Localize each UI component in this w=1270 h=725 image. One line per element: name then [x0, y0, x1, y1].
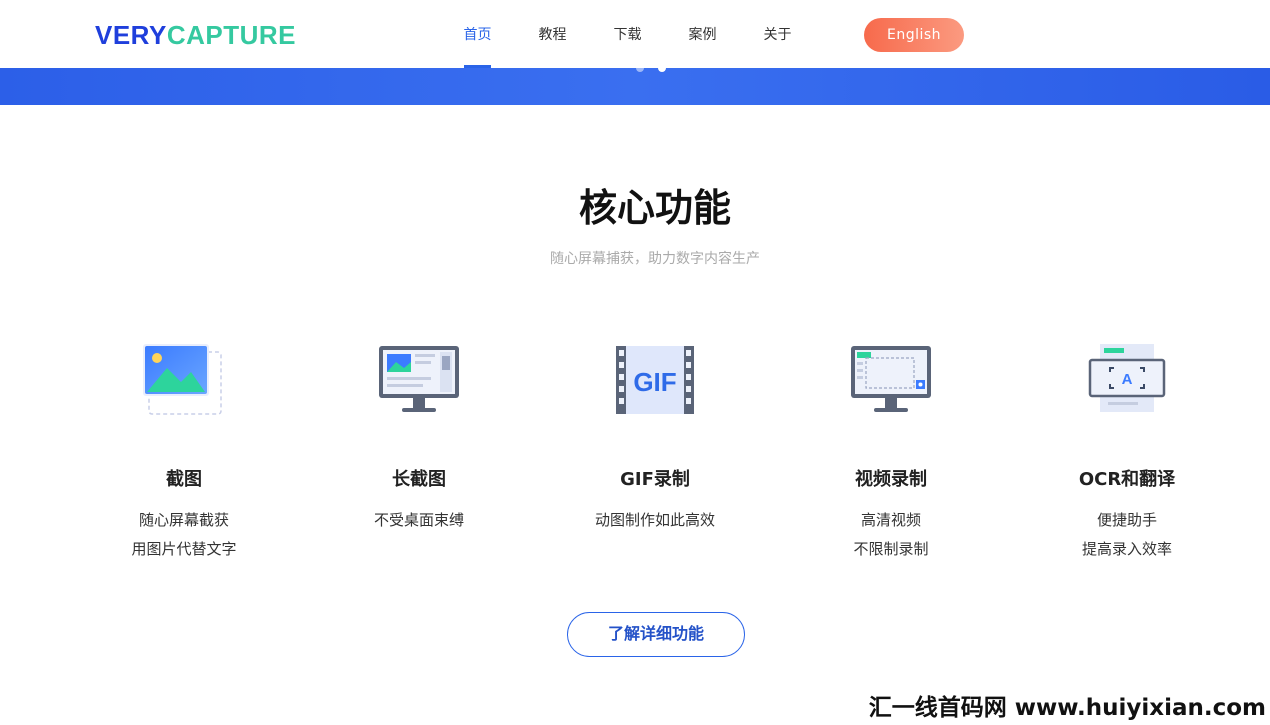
feature-title: 截图 — [166, 469, 202, 490]
svg-text:A: A — [1122, 371, 1133, 388]
feature-title: OCR和翻译 — [1078, 469, 1176, 490]
feature-desc-line: 不受桌面束缚 — [373, 511, 464, 529]
carousel-dot[interactable] — [636, 68, 644, 72]
gif-film-icon: GIF — [610, 340, 700, 420]
feature-gif: GIF GIF录制 动图制作如此高效 — [555, 340, 755, 535]
feature-desc-line: 用图片代替文字 — [131, 540, 237, 558]
feature-title: 视频录制 — [855, 469, 927, 490]
nav-tutorial[interactable]: 教程 — [515, 0, 590, 68]
feature-title: GIF录制 — [620, 469, 690, 490]
learn-more-features-button[interactable]: 了解详细功能 — [567, 612, 745, 657]
svg-text:GIF: GIF — [633, 367, 676, 397]
section-subtitle: 随心屏幕捕获，助力数字内容生产 — [550, 251, 760, 267]
feature-long-screenshot: 长截图 不受桌面束缚 — [319, 340, 519, 535]
feature-desc-line: 便捷助手 — [1096, 511, 1157, 529]
logo-part-very: VERY — [95, 20, 167, 50]
carousel-dot-active[interactable] — [658, 68, 666, 72]
feature-desc: 随心屏幕截获 用图片代替文字 — [84, 506, 284, 564]
feature-title: 长截图 — [392, 469, 446, 490]
video-record-monitor-icon — [846, 340, 936, 420]
feature-video-record: 视频录制 高清视频 不限制录制 — [791, 340, 991, 564]
english-language-button[interactable]: English — [864, 18, 964, 52]
main-nav: 首页 教程 下载 案例 关于 — [440, 0, 815, 68]
feature-desc: 便捷助手 提高录入效率 — [1027, 506, 1227, 564]
nav-about[interactable]: 关于 — [740, 0, 815, 68]
ocr-translate-icon: A — [1082, 340, 1172, 420]
hero-banner — [0, 68, 1270, 105]
feature-desc: 不受桌面束缚 — [319, 506, 519, 535]
feature-desc-line: 不限制录制 — [853, 540, 929, 558]
long-screenshot-monitor-icon — [374, 340, 464, 420]
nav-cases[interactable]: 案例 — [665, 0, 740, 68]
screenshot-image-icon — [139, 340, 229, 420]
feature-ocr-translate: A OCR和翻译 便捷助手 提高录入效率 — [1027, 340, 1227, 564]
feature-desc-line: 随心屏幕截获 — [138, 511, 229, 529]
nav-home[interactable]: 首页 — [440, 0, 515, 68]
watermark-text: 汇一线首码网 www.huiyixian.com — [868, 695, 1266, 721]
feature-screenshot: 截图 随心屏幕截获 用图片代替文字 — [84, 340, 284, 564]
feature-desc-line: 提高录入效率 — [1081, 540, 1172, 558]
site-header: VERYCAPTURE 首页 教程 下载 案例 关于 English — [0, 0, 1270, 68]
feature-desc: 动图制作如此高效 — [555, 506, 755, 535]
feature-desc: 高清视频 不限制录制 — [791, 506, 991, 564]
logo[interactable]: VERYCAPTURE — [95, 20, 296, 50]
section-title: 核心功能 — [578, 186, 731, 230]
carousel-dots — [636, 68, 666, 72]
nav-download[interactable]: 下载 — [590, 0, 665, 68]
logo-part-capture: CAPTURE — [166, 20, 297, 50]
feature-desc-line: 高清视频 — [860, 511, 921, 529]
feature-desc-line: 动图制作如此高效 — [594, 511, 715, 529]
